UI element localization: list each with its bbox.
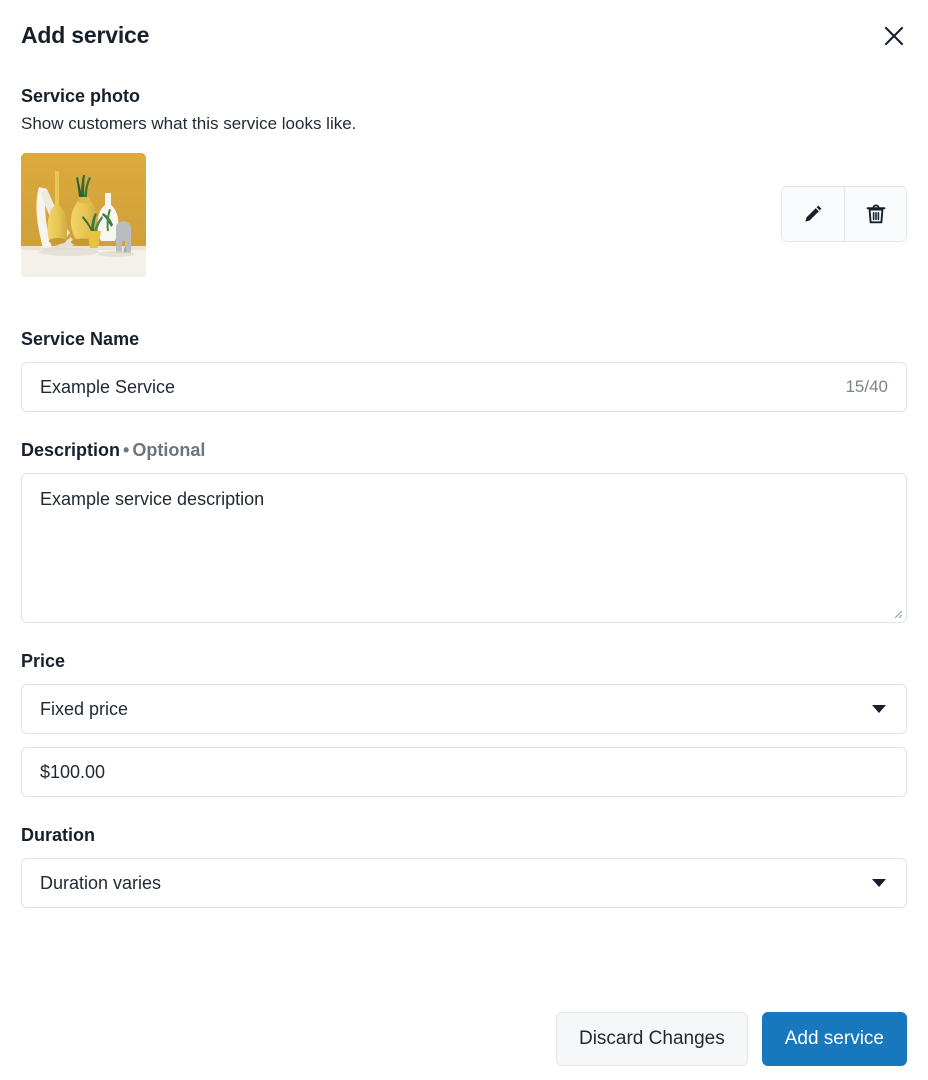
service-photo-thumbnail[interactable] (21, 153, 146, 277)
photo-action-group (781, 186, 907, 242)
service-name-counter: 15/40 (845, 377, 888, 396)
resize-handle[interactable] (891, 607, 903, 619)
close-button[interactable] (879, 21, 909, 51)
add-service-button[interactable]: Add service (761, 1012, 907, 1066)
edit-photo-button[interactable] (782, 187, 844, 241)
discard-changes-button[interactable]: Discard Changes (555, 1012, 748, 1066)
duration-value: Duration varies (40, 872, 162, 893)
price-label: Price (21, 651, 66, 671)
price-amount-value: $100.00 (40, 762, 106, 782)
description-label: Description • Optional (21, 438, 907, 462)
still-life-photo (21, 153, 146, 277)
service-name-label: Service Name (21, 329, 140, 349)
pencil-icon (801, 202, 825, 226)
service-photo-row (21, 153, 907, 277)
price-type-value: Fixed price (40, 698, 129, 719)
description-value: Example service description (40, 489, 265, 509)
delete-photo-button[interactable] (844, 187, 906, 241)
description-label-text: Description (21, 440, 121, 460)
price-amount-input[interactable]: $100.00 (21, 747, 907, 797)
price-amount-field: $100.00 (21, 747, 907, 797)
description-field: Description • Optional Example service des… (21, 438, 907, 623)
service-name-value: Example Service (40, 377, 176, 397)
add-service-modal: Add service Service photo Show customers… (0, 0, 928, 1080)
service-photo-subtitle: Show customers what this service looks l… (21, 114, 357, 133)
page-title: Add service (21, 22, 150, 48)
service-photo-section: Service photo Show customers what this s… (21, 84, 907, 277)
trash-icon (864, 202, 888, 226)
chevron-down-icon (872, 879, 886, 887)
price-type-select[interactable]: Fixed price (21, 684, 907, 734)
description-optional-tag: Optional (132, 440, 206, 460)
service-name-input[interactable]: Example Service 15/40 (21, 362, 907, 412)
close-icon (883, 25, 905, 47)
duration-label: Duration (21, 825, 95, 845)
service-name-field: Service Name Example Service 15/40 (21, 327, 907, 412)
duration-field: Duration Duration varies (21, 823, 907, 908)
description-textarea[interactable]: Example service description (21, 473, 907, 623)
service-photo-heading: Service photo (21, 86, 141, 106)
modal-header: Add service (21, 0, 907, 51)
duration-select[interactable]: Duration varies (21, 858, 907, 908)
modal-footer: Discard Changes Add service (21, 1012, 907, 1066)
price-field: Price Fixed price (21, 649, 907, 734)
chevron-down-icon (872, 705, 886, 713)
description-label-dot: • (123, 440, 130, 460)
